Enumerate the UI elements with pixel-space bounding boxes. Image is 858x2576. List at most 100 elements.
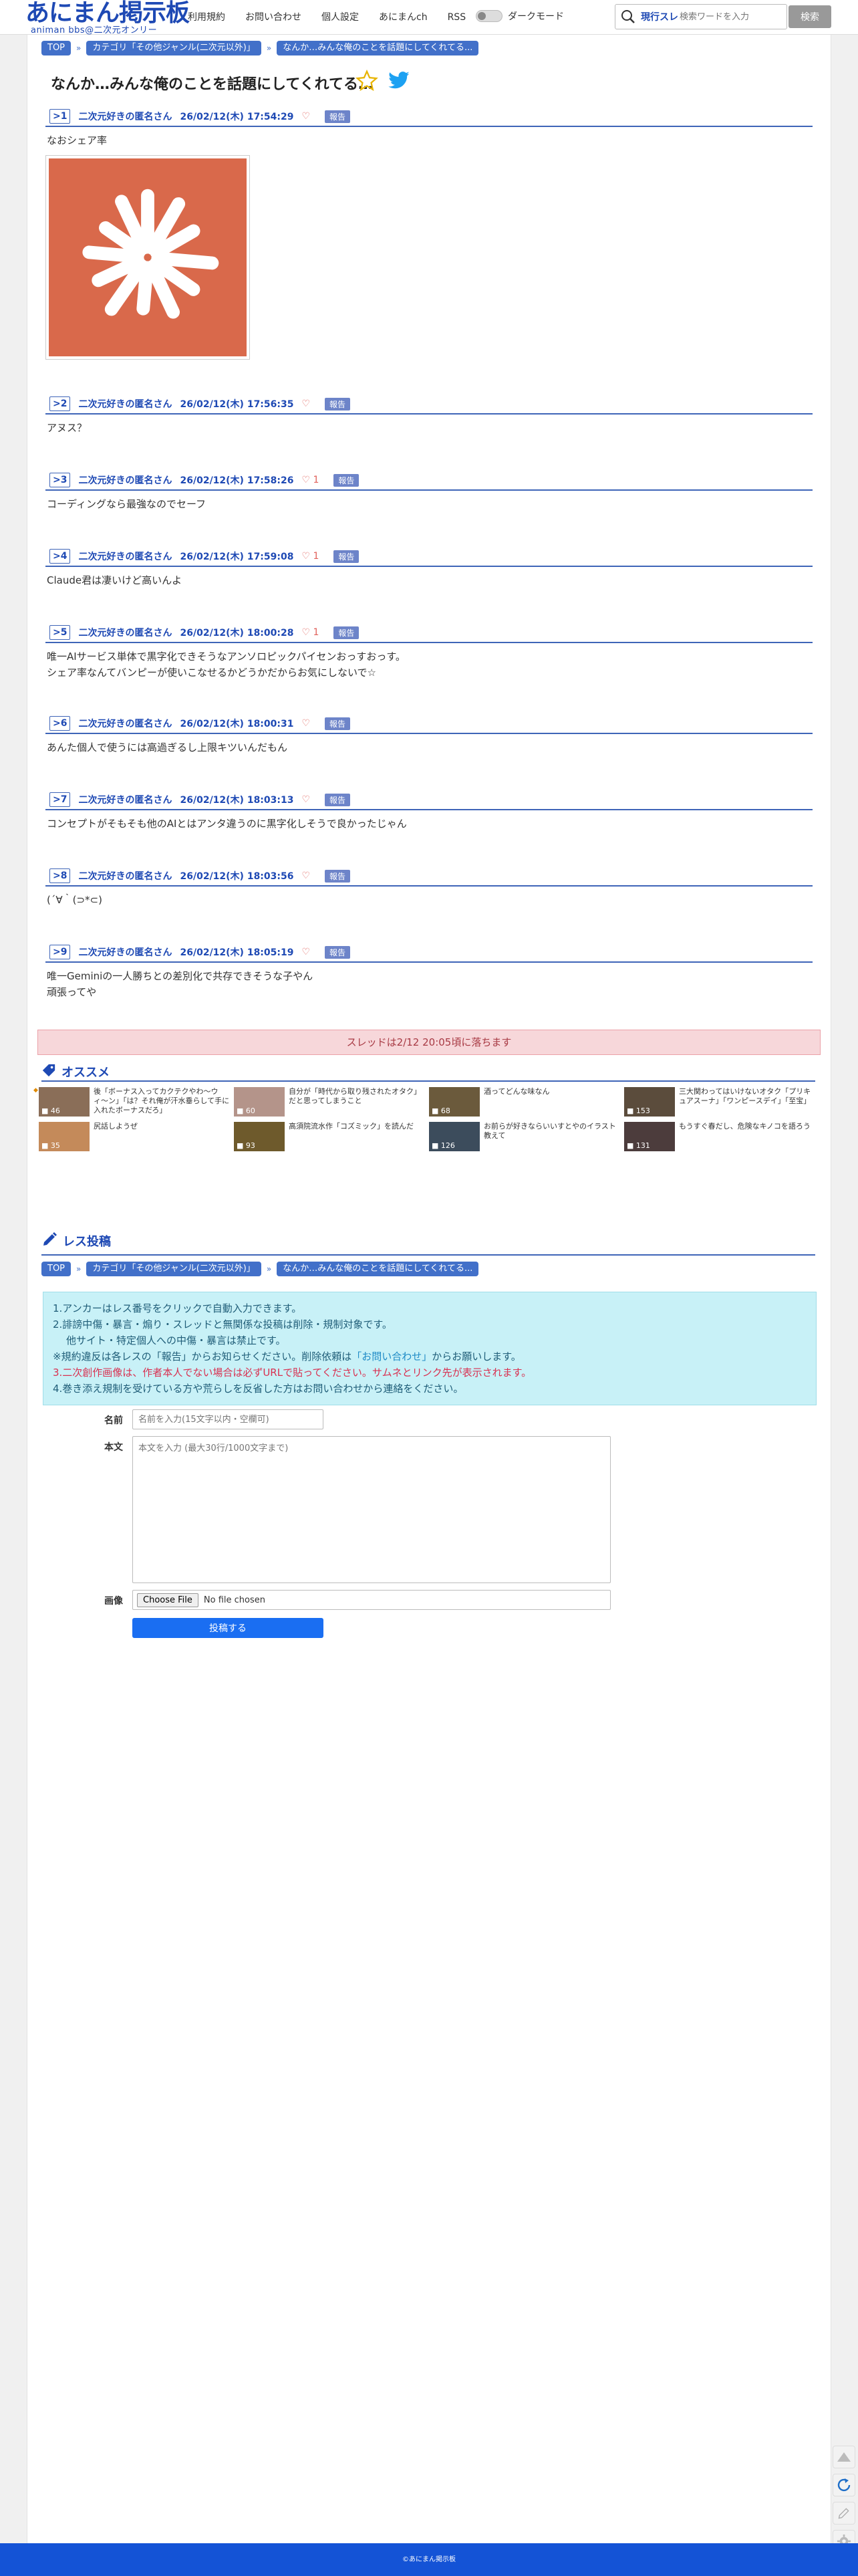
- report-button[interactable]: 報告: [325, 110, 351, 123]
- write-reply-button[interactable]: [833, 2502, 855, 2525]
- post-number[interactable]: >4: [49, 549, 71, 564]
- post-number-value: 1: [60, 111, 67, 122]
- site-logo[interactable]: あにまん掲示板 animan bbs@二次元オンリー: [25, 0, 190, 35]
- breadcrumb-separator: »: [76, 1264, 82, 1274]
- nav-terms[interactable]: 利用規約: [178, 9, 235, 25]
- recommend-thumbnail: ■ 153: [624, 1087, 675, 1117]
- comment-count: ■ 68: [432, 1106, 450, 1115]
- choose-file-button[interactable]: Choose File: [137, 1593, 198, 1607]
- breadcrumb-category[interactable]: カテゴリ「その他ジャンル(二次元以外)」: [86, 1262, 261, 1276]
- reload-button[interactable]: [833, 2474, 855, 2496]
- like-count: 1: [313, 475, 319, 485]
- guide-line: 4.巻き添え規制を受けている方や荒らしを反省した方はお問い合わせから連絡をくださ…: [53, 1383, 464, 1395]
- breadcrumb-thread[interactable]: なんか…みんな俺のことを話題にしてくれてる...: [277, 41, 479, 55]
- comment-count: ■ 126: [432, 1141, 455, 1150]
- post-number[interactable]: >5: [49, 625, 71, 640]
- breadcrumb-category[interactable]: カテゴリ「その他ジャンル(二次元以外)」: [86, 41, 261, 55]
- like-button[interactable]: ♡: [301, 398, 310, 409]
- post-image[interactable]: [45, 155, 250, 360]
- post-6: >6 二次元好きの匿名さん 26/02/12(木) 18:00:31 ♡ 報告 …: [45, 714, 813, 755]
- heart-icon: ♡: [301, 794, 311, 805]
- post-body: 唯一Geminiの一人勝ちとの差別化で共存できそうな子やん 頑張ってや: [47, 970, 313, 998]
- post-number[interactable]: >8: [49, 868, 71, 883]
- breadcrumb-thread[interactable]: なんか…みんな俺のことを話題にしてくれてる...: [277, 1262, 479, 1276]
- recommend-item[interactable]: ■ 93 高須院流水作「コズミック」を読んだ: [234, 1122, 428, 1151]
- post-8: >8 二次元好きの匿名さん 26/02/12(木) 18:03:56 ♡ 報告 …: [45, 866, 813, 908]
- post-number[interactable]: >3: [49, 473, 71, 487]
- breadcrumb-top[interactable]: TOP: [41, 41, 72, 55]
- recommend-thumbnail: ■ 126: [429, 1122, 480, 1151]
- posting-guidelines: 1.アンカーはレス番号をクリックで自動入力できます。 2.誹謗中傷・暴言・煽り・…: [43, 1292, 817, 1405]
- post-number[interactable]: >2: [49, 396, 71, 411]
- nav-settings[interactable]: 個人設定: [311, 9, 369, 25]
- site-header: あにまん掲示板 animan bbs@二次元オンリー 利用規約 お問い合わせ 個…: [0, 0, 858, 35]
- recommend-text: 酒ってどんな味なん: [484, 1087, 550, 1096]
- dark-mode-toggle[interactable]: ダークモード: [476, 9, 564, 23]
- post-number[interactable]: >6: [49, 716, 71, 731]
- recommend-item[interactable]: ■ 131 もうすぐ春だし、危険なキノコを語ろう: [624, 1122, 818, 1151]
- like-button[interactable]: ♡ 1: [301, 627, 319, 638]
- post-number[interactable]: >7: [49, 792, 71, 807]
- post-date: 26/02/12(木) 18:05:19: [180, 947, 294, 958]
- heart-icon: ♡: [301, 627, 311, 638]
- submit-post-button[interactable]: 投稿する: [132, 1618, 323, 1638]
- like-button[interactable]: ♡ 1: [301, 551, 319, 562]
- report-button[interactable]: 報告: [325, 397, 351, 411]
- logo-sub-text: animan bbs@二次元オンリー: [31, 25, 158, 35]
- report-button[interactable]: 報告: [325, 717, 351, 730]
- dark-mode-switch[interactable]: [476, 10, 503, 22]
- post-header: >9 二次元好きの匿名さん 26/02/12(木) 18:05:19 ♡ 報告: [45, 943, 813, 963]
- post-number[interactable]: >1: [49, 109, 71, 124]
- heart-icon: ♡: [301, 718, 311, 729]
- post-header: >5 二次元好きの匿名さん 26/02/12(木) 18:00:28 ♡ 1 報…: [45, 623, 813, 643]
- search-scope[interactable]: 現行スレ: [641, 10, 680, 23]
- like-button[interactable]: ♡: [301, 111, 310, 122]
- poster-name: 二次元好きの匿名さん: [78, 475, 172, 486]
- heart-icon: ♡: [301, 111, 311, 122]
- post-7: >7 二次元好きの匿名さん 26/02/12(木) 18:03:13 ♡ 報告 …: [45, 790, 813, 832]
- post-date: 26/02/12(木) 17:59:08: [180, 552, 294, 562]
- breadcrumb-separator: »: [76, 43, 82, 53]
- post-2: >2 二次元好きの匿名さん 26/02/12(木) 17:56:35 ♡ 報告 …: [45, 394, 813, 436]
- search-input[interactable]: [680, 7, 780, 27]
- breadcrumb-top[interactable]: TOP: [41, 1262, 72, 1276]
- post-date: 26/02/12(木) 17:58:26: [180, 475, 294, 486]
- like-button[interactable]: ♡: [301, 870, 310, 881]
- post-number[interactable]: >9: [49, 945, 71, 959]
- nav-animanch[interactable]: あにまんch: [369, 9, 438, 25]
- report-button[interactable]: 報告: [325, 869, 351, 883]
- report-button[interactable]: 報告: [333, 550, 360, 563]
- report-button[interactable]: 報告: [325, 793, 351, 806]
- thread-title: なんか…みんな俺のことを話題にしてくれてる…: [51, 76, 374, 93]
- heart-icon: ♡: [301, 870, 311, 881]
- header-nav: 利用規約 お問い合わせ 個人設定 あにまんch RSS: [178, 9, 476, 25]
- refresh-icon: [837, 2478, 851, 2492]
- like-button[interactable]: ♡ 1: [301, 475, 319, 485]
- body-textarea[interactable]: [132, 1436, 611, 1583]
- recommend-text: お前らが好きならいいすとやのイラスト教えて: [484, 1122, 616, 1140]
- recommend-item[interactable]: ■ 68 酒ってどんな味なん: [429, 1087, 623, 1117]
- nav-contact[interactable]: お問い合わせ: [235, 9, 311, 25]
- recommend-header: オススメ: [41, 1063, 110, 1080]
- post-date: 26/02/12(木) 18:03:56: [180, 871, 294, 882]
- post-1: >1 二次元好きの匿名さん 26/02/12(木) 17:54:29 ♡ 報告 …: [45, 107, 813, 360]
- search-button[interactable]: 検索: [789, 5, 831, 28]
- search-box: 現行スレ: [615, 4, 787, 29]
- like-button[interactable]: ♡: [301, 794, 310, 805]
- twitter-bird-icon[interactable]: [388, 71, 410, 91]
- favorite-star-icon[interactable]: [355, 70, 378, 92]
- recommend-item[interactable]: ■ 60 自分が「時代から取り残されたオタク」だと思ってしまうこと: [234, 1087, 428, 1117]
- recommend-item[interactable]: ■ 126 お前らが好きならいいすとやのイラスト教えて: [429, 1122, 623, 1151]
- report-button[interactable]: 報告: [333, 473, 360, 487]
- report-button[interactable]: 報告: [325, 945, 351, 959]
- contact-link[interactable]: 「お問い合わせ」: [351, 1351, 432, 1363]
- nav-rss[interactable]: RSS: [438, 9, 476, 25]
- recommend-item[interactable]: ■ 35 尻話しようぜ: [39, 1122, 233, 1151]
- recommend-item[interactable]: ◆ ■ 46 後「ボーナス入ってカクテクやわ〜ウィ〜ン」「は？それ俺が汗水垂らし…: [33, 1087, 233, 1117]
- report-button[interactable]: 報告: [333, 626, 360, 639]
- name-input[interactable]: [132, 1409, 323, 1429]
- like-button[interactable]: ♡: [301, 947, 310, 957]
- like-button[interactable]: ♡: [301, 718, 310, 729]
- scroll-top-button[interactable]: [833, 2446, 855, 2468]
- recommend-item[interactable]: ■ 153 三大関わってはいけないオタク「プリキュアスーナ」「ワンピースデイ」「…: [624, 1087, 818, 1117]
